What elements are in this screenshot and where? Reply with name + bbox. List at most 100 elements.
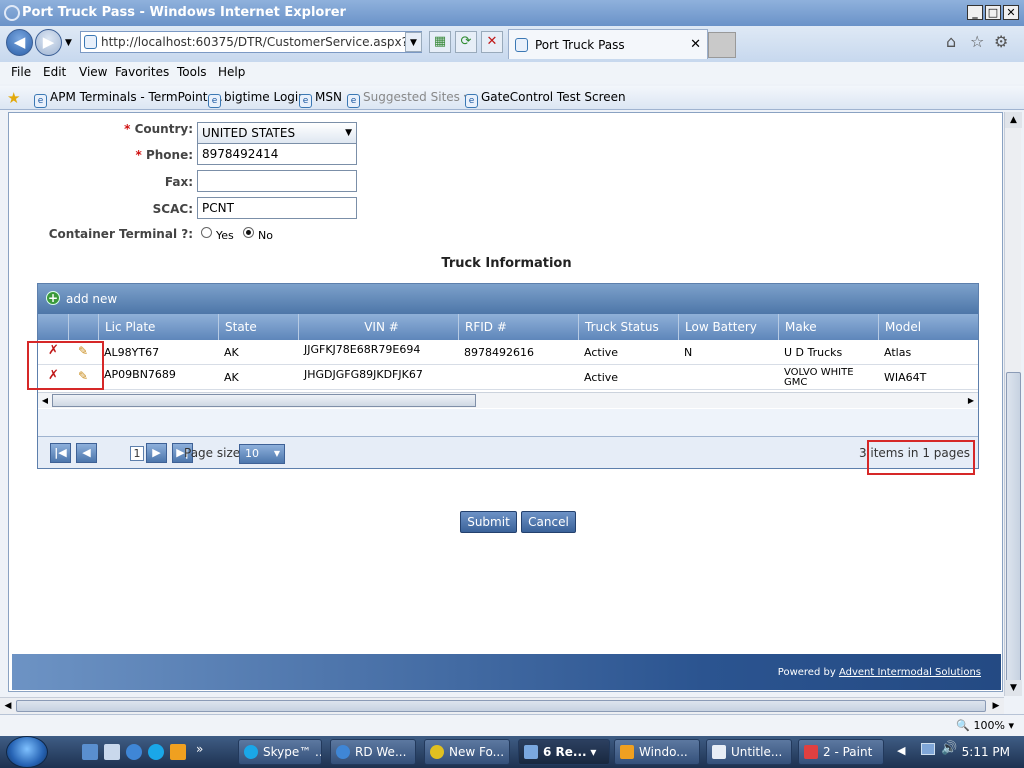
- more-chevron-icon[interactable]: »: [196, 742, 203, 756]
- header-rfid[interactable]: RFID #: [458, 314, 578, 340]
- menu-tools[interactable]: Tools: [177, 65, 207, 79]
- zoom-control[interactable]: 🔍 100% ▾: [956, 719, 1014, 732]
- volume-icon[interactable]: 🔊: [941, 741, 957, 756]
- skype-quicklaunch-icon[interactable]: [148, 744, 164, 760]
- grid-header: Lic Plate State VIN # RFID # Truck Statu…: [38, 314, 978, 340]
- address-dropdown-button[interactable]: ▼: [405, 32, 422, 52]
- menu-edit[interactable]: Edit: [43, 65, 66, 79]
- media-quicklaunch-icon[interactable]: [170, 744, 186, 760]
- tray-arrow-icon[interactable]: ◀: [897, 744, 905, 757]
- required-mark: *: [124, 122, 131, 136]
- stop-icon[interactable]: ✕: [481, 31, 503, 53]
- taskbar-skype[interactable]: Skype™ ...: [238, 739, 322, 765]
- cell-state: AK: [224, 346, 239, 359]
- add-new-link[interactable]: add new: [66, 292, 117, 306]
- refresh-icon[interactable]: ⟳: [455, 31, 477, 53]
- compatibility-icon[interactable]: ▦: [429, 31, 451, 53]
- header-vin[interactable]: VIN #: [298, 314, 458, 340]
- close-window-button[interactable]: ✕: [1003, 5, 1019, 20]
- header-low-battery[interactable]: Low Battery: [678, 314, 778, 340]
- taskbar-windows-media[interactable]: Windo...: [614, 739, 700, 765]
- fav-page-icon: e: [299, 94, 312, 108]
- country-value: UNITED STATES: [202, 126, 296, 140]
- tools-gear-icon[interactable]: ⚙: [994, 32, 1008, 51]
- tab-page-icon: [515, 38, 528, 52]
- skype-icon: [244, 745, 258, 759]
- header-model[interactable]: Model: [878, 314, 978, 340]
- home-icon[interactable]: ⌂: [946, 32, 956, 51]
- country-select[interactable]: UNITED STATES ▼: [197, 122, 357, 144]
- fax-row: Fax:: [9, 170, 409, 196]
- history-dropdown-icon[interactable]: ▼: [65, 38, 72, 48]
- notepad-icon: [712, 745, 726, 759]
- scroll-left-icon[interactable]: ◀: [38, 393, 52, 408]
- cancel-button[interactable]: Cancel: [521, 511, 576, 533]
- grid-horizontal-scrollbar[interactable]: ◀ ▶: [38, 392, 978, 408]
- next-page-btn[interactable]: ▶: [146, 443, 167, 463]
- taskbar: » Skype™ ... RD We... New Fo... 6 Re... …: [0, 736, 1024, 768]
- highlight-box-page-info: [867, 440, 975, 475]
- menu-help[interactable]: Help: [218, 65, 245, 79]
- fav-apm-terminals[interactable]: e APM Terminals - TermPoint ...: [34, 90, 223, 108]
- cell-low-battery: N: [684, 346, 693, 359]
- scroll-right-icon[interactable]: ▶: [988, 698, 1004, 714]
- new-tab-button[interactable]: [708, 32, 736, 58]
- horizontal-scroll-thumb[interactable]: [16, 700, 986, 712]
- maximize-button[interactable]: □: [985, 5, 1001, 20]
- explorer-icon[interactable]: [104, 744, 120, 760]
- fav-bigtime-login[interactable]: e bigtime Login: [208, 90, 306, 108]
- ie-quicklaunch-icon[interactable]: [126, 744, 142, 760]
- show-desktop-icon[interactable]: [82, 744, 98, 760]
- add-icon[interactable]: +: [46, 291, 60, 305]
- tab-port-truck-pass[interactable]: Port Truck Pass ✕: [508, 29, 708, 59]
- horizontal-scrollbar[interactable]: ◀ ▶: [0, 697, 1004, 714]
- header-state[interactable]: State: [218, 314, 298, 340]
- fav-msn[interactable]: e MSN: [299, 90, 342, 108]
- header-lic-plate[interactable]: Lic Plate: [98, 314, 218, 340]
- start-button[interactable]: [6, 736, 48, 768]
- scac-field[interactable]: PCNT: [197, 197, 357, 219]
- scroll-down-icon[interactable]: ▼: [1005, 680, 1022, 696]
- phone-field[interactable]: 8978492414: [197, 143, 357, 165]
- favorites-star-icon[interactable]: ☆: [970, 32, 984, 51]
- first-page-button[interactable]: |◀: [50, 443, 71, 463]
- phone-label: Phone:: [145, 148, 193, 162]
- menu-file[interactable]: File: [11, 65, 31, 79]
- header-truck-status[interactable]: Truck Status: [578, 314, 678, 340]
- forward-button[interactable]: ▶: [35, 29, 62, 56]
- minimize-button[interactable]: _: [967, 5, 983, 20]
- taskbar-remote-desktop[interactable]: 6 Re... ▾: [518, 739, 610, 765]
- fav-suggested-sites[interactable]: eSuggested Sites ▾: [347, 90, 470, 108]
- address-bar[interactable]: http://localhost:60375/DTR/CustomerServi…: [80, 31, 422, 53]
- fax-field[interactable]: [197, 170, 357, 192]
- page-size-select[interactable]: 10 ▼: [239, 444, 285, 464]
- close-tab-icon[interactable]: ✕: [690, 30, 701, 60]
- menu-favorites[interactable]: Favorites: [115, 65, 169, 79]
- terminal-no-radio[interactable]: [243, 226, 254, 240]
- page-size-label: Page size:: [184, 446, 245, 460]
- taskbar-rd-web[interactable]: RD We...: [330, 739, 416, 765]
- submit-button[interactable]: Submit: [460, 511, 517, 533]
- chevron-down-icon: ▼: [273, 449, 280, 458]
- page-icon: [84, 35, 97, 49]
- scroll-up-icon[interactable]: ▲: [1005, 112, 1022, 128]
- taskbar-new-folder[interactable]: New Fo...: [424, 739, 510, 765]
- fav-gatecontrol[interactable]: e GateControl Test Screen: [465, 90, 626, 108]
- advent-link[interactable]: Advent Intermodal Solutions: [839, 667, 981, 678]
- vertical-scroll-thumb[interactable]: [1006, 372, 1021, 682]
- network-icon[interactable]: [921, 743, 935, 755]
- taskbar-paint[interactable]: 2 - Paint: [798, 739, 884, 765]
- favorites-star-add-icon[interactable]: ★: [7, 89, 20, 107]
- back-button[interactable]: ◀: [6, 29, 33, 56]
- scroll-left-icon[interactable]: ◀: [0, 698, 16, 714]
- menu-view[interactable]: View: [79, 65, 107, 79]
- prev-page-button[interactable]: ◀: [76, 443, 97, 463]
- terminal-yes-radio[interactable]: [201, 226, 212, 240]
- grid-scroll-thumb[interactable]: [52, 394, 476, 407]
- vertical-scrollbar[interactable]: ▲ ▼: [1004, 112, 1022, 696]
- cell-rfid: [458, 365, 578, 390]
- page-number[interactable]: 1: [130, 446, 144, 461]
- header-make[interactable]: Make: [778, 314, 878, 340]
- scroll-right-icon[interactable]: ▶: [964, 393, 978, 408]
- taskbar-notepad[interactable]: Untitle...: [706, 739, 792, 765]
